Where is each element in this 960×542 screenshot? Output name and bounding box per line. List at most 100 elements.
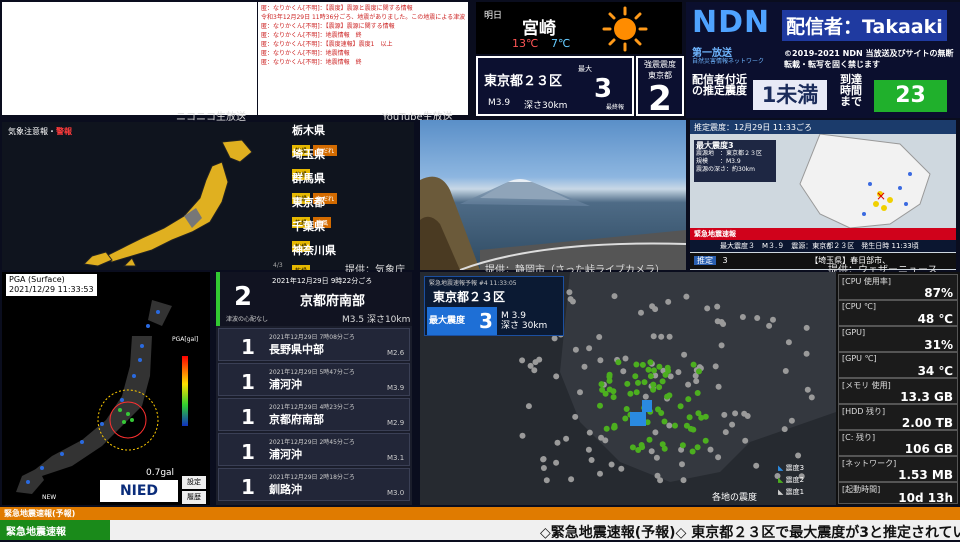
epicenter-name: 東京都２３区 [484, 74, 563, 89]
station-dot [693, 378, 700, 385]
station-dot [635, 447, 642, 453]
caster-name: 配信者：Takaaki [782, 10, 947, 41]
station-dot [788, 417, 795, 424]
station-dot [563, 435, 570, 442]
kr-summary-line: 震源地 ：東京都２３区 [696, 150, 763, 157]
japan-map [82, 139, 253, 267]
list-item[interactable]: 2021年12月29日 7時08分ごろ 1 長野県中部 M2.6 [218, 328, 410, 361]
stat-row: [CPU ℃] 48 ℃ [838, 300, 958, 326]
station-dot [803, 324, 810, 331]
max-label: 最大 [578, 65, 592, 73]
eq-mag-depth: M3.5 深さ10km [342, 315, 411, 325]
list-item[interactable]: 2021年12月29日 4時23分ごろ 1 京都府南部 M2.9 [218, 398, 410, 431]
eq-intensity: 1 [241, 335, 255, 359]
station-dot [624, 380, 631, 387]
station-dot [632, 373, 639, 380]
chat-line: 匿：なりかくん[不明]：地震情報 [261, 50, 350, 57]
station-dot [665, 298, 672, 305]
station-dot [722, 429, 729, 436]
station-dot [681, 351, 688, 358]
station-dot [804, 386, 811, 393]
eew-mag: M 3.9 [501, 311, 526, 321]
station-dot [633, 389, 640, 396]
station-dot [694, 444, 701, 451]
station-dot [707, 446, 714, 453]
station-dot [685, 381, 692, 388]
final-report: 最終報 [606, 104, 625, 111]
weather-day: 明日 [484, 11, 503, 21]
legend-item: ◣ 震度1 [778, 488, 805, 496]
station-dot [635, 379, 641, 386]
station-dot [659, 378, 666, 385]
station-dot [532, 359, 539, 366]
station-dot [679, 461, 685, 468]
kr-summary-title: 最大震度3 [696, 141, 734, 150]
kr-info: 最大震度３ M３.９ 震源：東京都２３区 発生日時 11:33頃 [690, 240, 956, 252]
eq-intensity: 1 [241, 440, 255, 464]
kr-header: 推定震度：12月29日 11:33ごろ [690, 120, 956, 134]
station-dot [659, 441, 666, 448]
station-dot [611, 422, 618, 429]
niconico-caption: ニコニコ生放送 [176, 112, 246, 123]
arrival-label: 到達時間まで [840, 73, 862, 108]
station-dot [666, 422, 673, 429]
eq-place: 京都府南部 [269, 413, 324, 426]
weather-high: 13℃ [512, 37, 539, 50]
chat-line: 匿：なりかくん[不明]：【震度】震源と震度に関する情報 [261, 5, 413, 12]
list-item[interactable]: 2021年12月29日 5時47分ごろ 1 浦河沖 M3.9 [218, 363, 410, 396]
station-dot [597, 357, 604, 364]
pga-time: 2021/12/29 11:33:53 [9, 285, 94, 294]
eq-datetime: 2021年12月29日 7時08分ごろ [269, 334, 355, 341]
station-dot [647, 373, 654, 380]
eq-mag: M2.6 [387, 349, 405, 357]
station-dot [648, 448, 655, 455]
eq-place: 浦河沖 [269, 448, 302, 461]
intensity-box: 東京都２３区 最大 3 M3.9 深さ30km 最終報 [476, 56, 634, 116]
station-dot [620, 368, 627, 375]
station-dot [633, 361, 640, 368]
eq-datetime: 2021年12月29日 5時47分ごろ [269, 369, 355, 376]
station-dot [566, 289, 573, 296]
strong-label: 強震震度 [644, 60, 676, 69]
copyright: ©2019-2021 NDN 当放送及びサイトの無断転載・転写を固く禁じます [784, 49, 954, 69]
station-dot [657, 477, 664, 484]
history-button[interactable]: 履歴 [182, 491, 206, 504]
station-dot [598, 381, 605, 388]
strong-intensity-box: 強震震度 東京都 2 [636, 56, 684, 116]
stat-row: [GPU] 31% [838, 326, 958, 352]
station-dot [732, 410, 739, 417]
settings-button[interactable]: 設定 [182, 476, 206, 489]
intensity-legend: ◣ 震度3 ◣ 震度2 ◣ 震度1 [778, 462, 804, 498]
station-dot [551, 335, 558, 342]
eew-summary: 緊急地震速報予報 #4 11:33:05 東京都２３区 3 最大震度 M 3.9 深… [424, 276, 564, 336]
station-dot [754, 315, 761, 321]
nied-logo: NIED [100, 480, 178, 502]
kr-bottom-label: 推定 [694, 256, 716, 265]
station-dot [718, 342, 725, 349]
station-dot [808, 394, 815, 401]
station-dot [690, 426, 697, 433]
station-dot [606, 371, 613, 378]
station-dot [639, 361, 646, 368]
map-footer: 各地の震度 [712, 493, 758, 503]
station-dot [715, 454, 722, 461]
arrival-countdown: 23 [874, 80, 947, 112]
legend-item: ◣ 震度2 [778, 476, 805, 484]
ticker-text: ◇緊急地震速報(予報)◇ 東京都２３区で最大震度が3と推定されています [540, 525, 960, 541]
new-badge: NEW [42, 494, 57, 501]
station-dot [664, 364, 671, 371]
chat-log: 匿：なりかくん[不明]：【震度】震源と震度に関する情報 令和3年12月29日 1… [258, 2, 468, 115]
station-dot [610, 394, 617, 401]
list-item[interactable]: 2021年12月29日 2時45分ごろ 1 浦河沖 M3.1 [218, 433, 410, 466]
eq-place: 釧路沖 [269, 483, 302, 496]
station-dot [679, 442, 686, 449]
live-camera [420, 120, 686, 270]
station-dot [656, 384, 663, 391]
chat-line: 匿：なりかくん[不明]：地震情報 終 [261, 59, 362, 66]
station-dot [577, 389, 583, 396]
station-dot [650, 381, 657, 388]
eew-md: M 3.9 深さ 30km [501, 311, 547, 331]
eq-intensity: 2 [234, 282, 253, 312]
list-item[interactable]: 2021年12月29日 2時18分ごろ 1 釧路沖 M3.0 [218, 468, 410, 501]
eew-banner: 緊急地震速報(予報) [0, 507, 960, 520]
